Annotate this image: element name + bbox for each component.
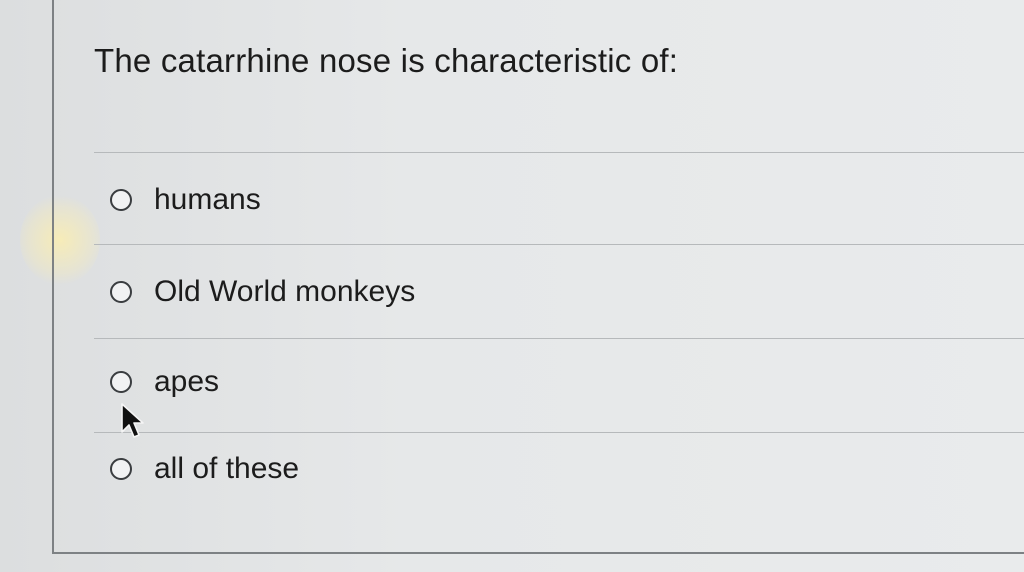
mouse-pointer-icon <box>121 403 144 438</box>
option-humans[interactable]: humans <box>110 183 261 217</box>
question-text: The catarrhine nose is characteristic of… <box>94 42 679 79</box>
divider <box>94 244 1024 245</box>
radio-unchecked-icon[interactable] <box>110 281 132 303</box>
question-panel: The catarrhine nose is characteristic of… <box>52 0 1024 554</box>
radio-unchecked-icon[interactable] <box>110 189 132 211</box>
radio-unchecked-icon[interactable] <box>110 458 132 480</box>
divider <box>94 152 1024 153</box>
option-label: all of these <box>154 452 300 485</box>
option-label: apes <box>154 365 220 398</box>
divider <box>94 432 1024 433</box>
screen: The catarrhine nose is characteristic of… <box>0 0 1024 572</box>
divider <box>94 338 1024 339</box>
option-label: humans <box>154 183 261 216</box>
option-old-world-monkeys[interactable]: Old World monkeys <box>110 275 415 309</box>
option-all-of-these[interactable]: all of these <box>110 452 299 486</box>
option-label: Old World monkeys <box>154 275 416 308</box>
option-apes[interactable]: apes <box>110 365 219 399</box>
radio-unchecked-icon[interactable] <box>110 371 132 393</box>
